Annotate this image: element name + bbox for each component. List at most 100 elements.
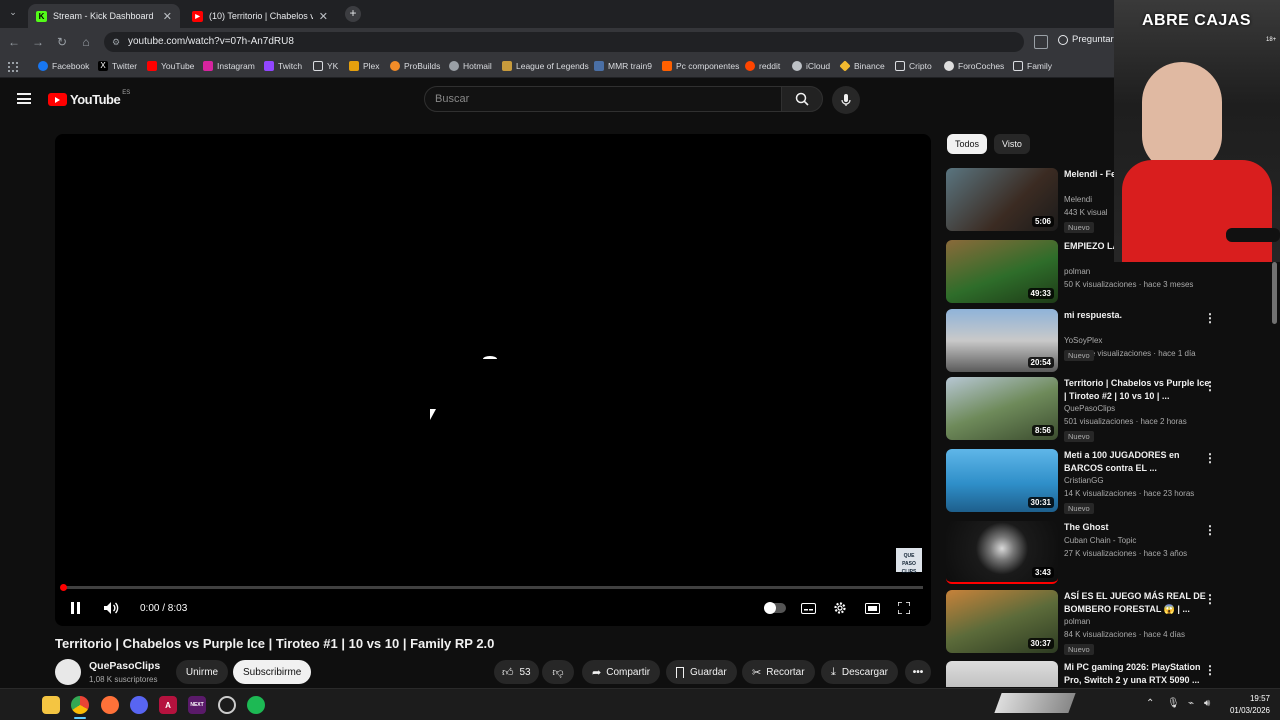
search-button[interactable] [781,86,823,112]
chip-todos[interactable]: Todos [947,134,988,154]
riot-client-icon[interactable]: A [159,696,177,714]
spotify-icon[interactable] [247,696,265,714]
clip-button[interactable]: ✂ Recortar [742,660,815,684]
ask-button[interactable]: Preguntar [1058,34,1114,45]
channel-name[interactable]: CristianGG [1064,476,1104,485]
settings-button[interactable] [832,600,848,616]
subtitles-button[interactable] [800,600,816,616]
video-thumbnail[interactable]: 30:31 [946,449,1058,512]
recommended-video[interactable]: 20:54 mi respuesta. YoSoyPlex 1,4 M de v… [946,309,1236,373]
share-button[interactable]: ➦ Compartir [582,660,661,684]
recommended-video[interactable]: 30:37 ASÍ ES EL JUEGO MÁS REAL DE BOMBER… [946,590,1236,655]
recommended-video[interactable]: Mi PC gaming 2026: PlayStation Pro, Swit… [946,661,1236,687]
recommended-video[interactable]: 3:43 The Ghost Cuban Chain - Topic 27 K … [946,521,1236,585]
tab-list-menu-icon[interactable]: ⌄ [6,7,20,21]
clock-date[interactable]: 01/03/2026 [1222,706,1270,715]
video-title[interactable]: ASÍ ES EL JUEGO MÁS REAL DE BOMBERO FORE… [1064,590,1214,616]
bookmark-cripto[interactable]: Cripto [895,61,932,71]
more-actions-button[interactable]: ••• [905,660,931,684]
video-thumbnail[interactable]: 5:06 [946,168,1058,231]
more-vertical-icon[interactable]: ⋮ [1204,592,1216,606]
bookmark-mmr[interactable]: MMR train9 [594,61,652,71]
new-tab-button[interactable]: + [345,6,361,22]
file-explorer-icon[interactable] [42,696,60,714]
bookmark-twitch[interactable]: Twitch [264,61,302,71]
video-thumbnail[interactable] [946,661,1058,687]
more-vertical-icon[interactable]: ⋮ [1204,523,1216,537]
video-title[interactable]: mi respuesta. [1064,309,1214,322]
discord-icon[interactable] [130,696,148,714]
apps-grid-icon[interactable] [8,62,18,72]
next-app-icon[interactable]: NEXT [188,696,206,714]
join-button[interactable]: Unirme [176,660,228,684]
reload-icon[interactable]: ↻ [54,34,70,50]
bookmark-forocoches[interactable]: ForoCoches [944,61,1004,71]
save-button[interactable]: Guardar [666,660,737,684]
voice-search-button[interactable] [832,86,860,114]
video-title[interactable]: Meti a 100 JUGADORES en BARCOS contra EL… [1064,449,1214,475]
bookmark-instagram[interactable]: Instagram [203,61,255,71]
video-title[interactable]: Mi PC gaming 2026: PlayStation Pro, Swit… [1064,661,1214,687]
close-icon[interactable]: ✕ [163,10,172,23]
sidebar-scrollbar[interactable] [1272,262,1277,324]
video-thumbnail[interactable]: 20:54 [946,309,1058,372]
recommended-video[interactable]: 30:31 Meti a 100 JUGADORES en BARCOS con… [946,449,1236,514]
volume-button[interactable] [102,600,120,616]
bookmark-yk[interactable]: YK [313,61,338,71]
bookmark-plex[interactable]: Plex [349,61,380,71]
clock-time[interactable]: 19:57 [1226,694,1270,703]
channel-name[interactable]: polman [1064,267,1090,276]
cast-icon[interactable] [1034,35,1048,49]
firefox-icon[interactable] [101,696,119,714]
dislike-button[interactable]: 👎︎ [542,660,574,684]
bookmark-reddit[interactable]: reddit [745,61,780,71]
more-vertical-icon[interactable]: ⋮ [1204,451,1216,465]
channel-name[interactable]: YoSoyPlex [1064,336,1102,345]
recommended-video[interactable]: 8:56 Territorio | Chabelos vs Purple Ice… [946,377,1236,442]
video-thumbnail[interactable]: 8:56 [946,377,1058,440]
tab-kick-dashboard[interactable]: K Stream - Kick Dashboard ✕ [28,4,180,28]
channel-name[interactable]: Cuban Chain - Topic [1064,536,1136,545]
channel-avatar[interactable] [55,659,81,685]
chip-visto[interactable]: Visto [994,134,1030,154]
tray-chevron-icon[interactable]: ⌃ [1146,698,1154,709]
pause-button[interactable] [67,600,83,616]
bookmark-hotmail[interactable]: Hotmail [449,61,492,71]
progress-bar[interactable] [63,586,923,589]
more-vertical-icon[interactable]: ⋮ [1204,379,1216,393]
close-icon[interactable]: ✕ [319,10,328,23]
bookmark-facebook[interactable]: Facebook [38,61,89,71]
bookmark-pccomponentes[interactable]: Pc componentes [662,61,739,71]
video-player[interactable]: QUE PASO CLIPS 0:00 / 8:03 [55,134,931,626]
bookmark-family[interactable]: Family [1013,61,1052,71]
video-title[interactable]: The Ghost [1064,521,1214,534]
speaker-icon[interactable]: 🔊︎ [1204,698,1210,709]
more-vertical-icon[interactable]: ⋮ [1204,663,1216,677]
like-button[interactable]: 👍︎ 53 [494,660,539,684]
fullscreen-button[interactable] [896,600,912,616]
chrome-icon[interactable] [71,696,89,714]
video-thumbnail[interactable]: 49:33 [946,240,1058,303]
obs-icon[interactable] [218,696,236,714]
theater-mode-button[interactable] [864,600,880,616]
network-icon[interactable]: ⌁ [1188,698,1194,709]
video-thumbnail[interactable]: 30:37 [946,590,1058,653]
more-vertical-icon[interactable]: ⋮ [1204,311,1216,325]
bookmark-twitter[interactable]: X Twitter [98,61,137,71]
autoplay-toggle[interactable] [763,600,787,616]
windows-start-icon[interactable] [12,696,30,714]
bookmark-league[interactable]: League of Legends [502,61,589,71]
menu-icon[interactable] [17,93,31,104]
channel-name[interactable]: QuePasoClips [1064,404,1115,413]
search-input[interactable]: Buscar [424,86,782,112]
channel-name[interactable]: polman [1064,617,1090,626]
bookmark-binance[interactable]: Binance [839,60,885,72]
progress-scrubber[interactable] [60,584,67,591]
video-thumbnail[interactable]: 3:43 [946,521,1058,584]
bookmark-icloud[interactable]: iCloud [792,61,830,71]
download-button[interactable]: ⤓ Descargar [821,660,899,684]
forward-icon[interactable]: → [30,34,46,50]
video-title[interactable]: Territorio | Chabelos vs Purple Ice | Ti… [1064,377,1214,403]
subscribe-button[interactable]: Subscribirme [233,660,312,684]
bookmark-youtube[interactable]: YouTube [147,61,194,71]
